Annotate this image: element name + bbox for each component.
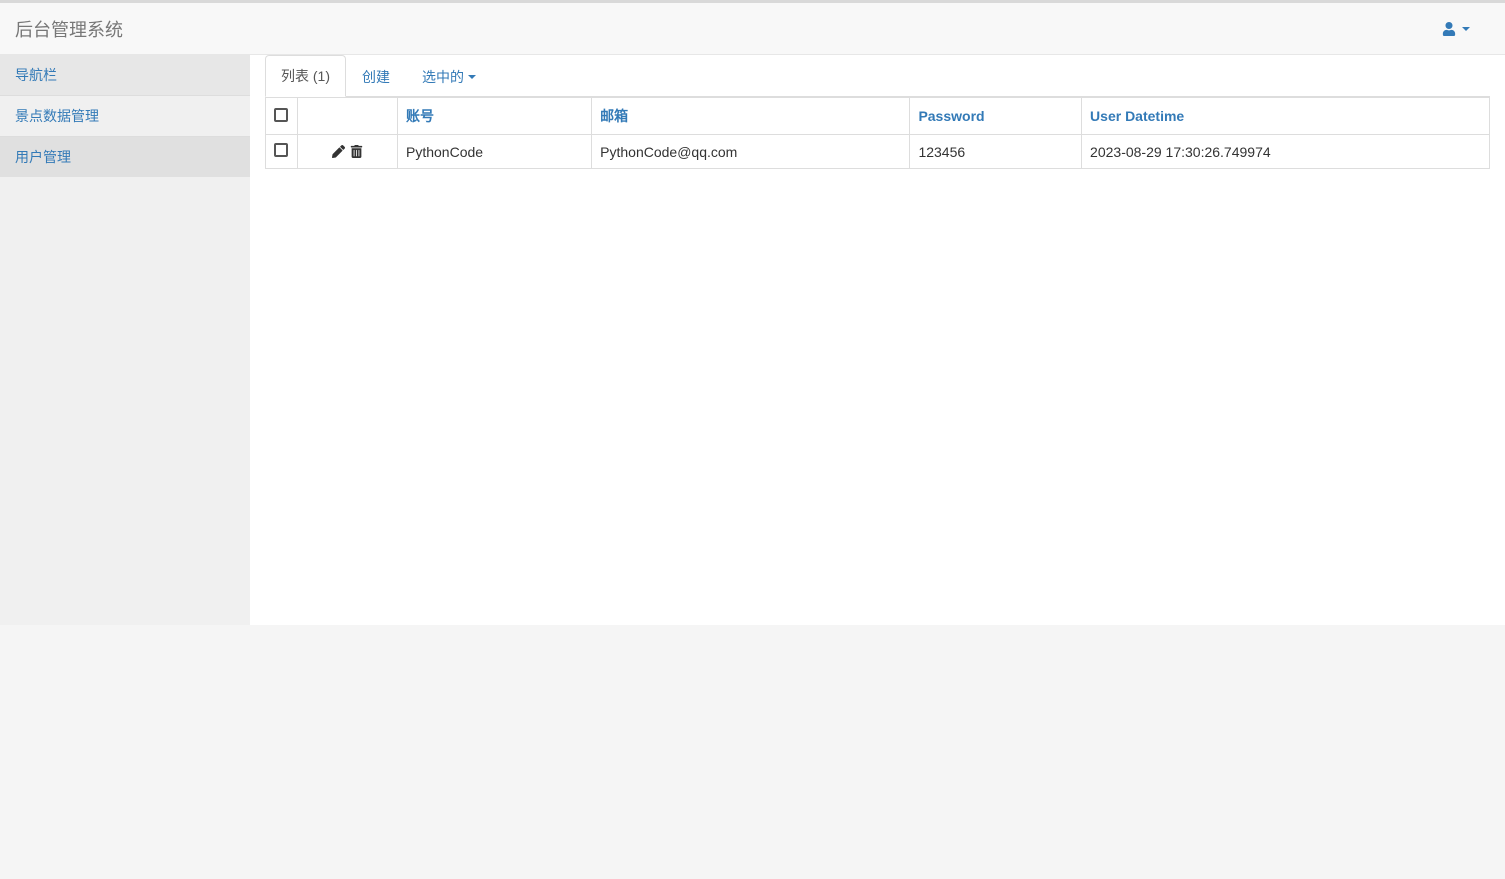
user-menu[interactable] — [1442, 22, 1490, 36]
tab-create[interactable]: 创建 — [346, 55, 406, 97]
table-header-row: 账号 邮箱 Password User Datetime — [266, 98, 1490, 135]
tab-create-label: 创建 — [362, 67, 390, 87]
navbar-brand[interactable]: 后台管理系统 — [15, 16, 123, 42]
user-icon — [1442, 22, 1456, 36]
tabs: 列表 (1) 创建 选中的 — [265, 55, 1490, 97]
tab-selected[interactable]: 选中的 — [406, 55, 492, 97]
header-datetime: User Datetime — [1082, 98, 1490, 135]
header-email: 邮箱 — [592, 98, 910, 135]
cell-account: PythonCode — [398, 135, 592, 169]
main-content: 列表 (1) 创建 选中的 — [250, 55, 1505, 184]
delete-icon[interactable] — [350, 145, 363, 158]
tab-selected-label: 选中的 — [422, 67, 464, 87]
edit-icon[interactable] — [332, 145, 345, 158]
header-checkbox-cell — [266, 98, 298, 135]
header-password-link[interactable]: Password — [918, 108, 984, 124]
caret-down-icon — [1462, 27, 1470, 31]
tab-list-label: 列表 (1) — [281, 66, 330, 86]
cell-datetime: 2023-08-29 17:30:26.749974 — [1082, 135, 1490, 169]
header-password: Password — [910, 98, 1082, 135]
sidebar: 导航栏 景点数据管理 用户管理 — [0, 55, 250, 625]
row-actions-cell — [298, 135, 398, 169]
data-table: 账号 邮箱 Password User Datetime — [265, 97, 1490, 169]
tab-list[interactable]: 列表 (1) — [265, 55, 346, 97]
select-all-checkbox[interactable] — [274, 108, 288, 122]
navbar: 后台管理系统 — [0, 0, 1505, 55]
table-row: PythonCode PythonCode@qq.com 123456 2023… — [266, 135, 1490, 169]
sidebar-item-label[interactable]: 用户管理 — [15, 149, 71, 165]
caret-down-icon — [468, 75, 476, 79]
cell-password: 123456 — [910, 135, 1082, 169]
sidebar-header-link[interactable]: 导航栏 — [15, 67, 57, 83]
header-email-link[interactable]: 邮箱 — [600, 108, 628, 124]
header-actions-cell — [298, 98, 398, 135]
sidebar-item-scenic[interactable]: 景点数据管理 — [0, 95, 250, 136]
sidebar-item-user[interactable]: 用户管理 — [0, 136, 250, 177]
row-checkbox-cell — [266, 135, 298, 169]
header-account: 账号 — [398, 98, 592, 135]
header-datetime-link[interactable]: User Datetime — [1090, 108, 1184, 124]
cell-email: PythonCode@qq.com — [592, 135, 910, 169]
header-account-link[interactable]: 账号 — [406, 108, 434, 124]
sidebar-header: 导航栏 — [0, 55, 250, 95]
row-checkbox[interactable] — [274, 143, 288, 157]
container: 导航栏 景点数据管理 用户管理 列表 (1) 创建 选中的 — [0, 55, 1505, 625]
sidebar-item-label[interactable]: 景点数据管理 — [15, 108, 99, 124]
